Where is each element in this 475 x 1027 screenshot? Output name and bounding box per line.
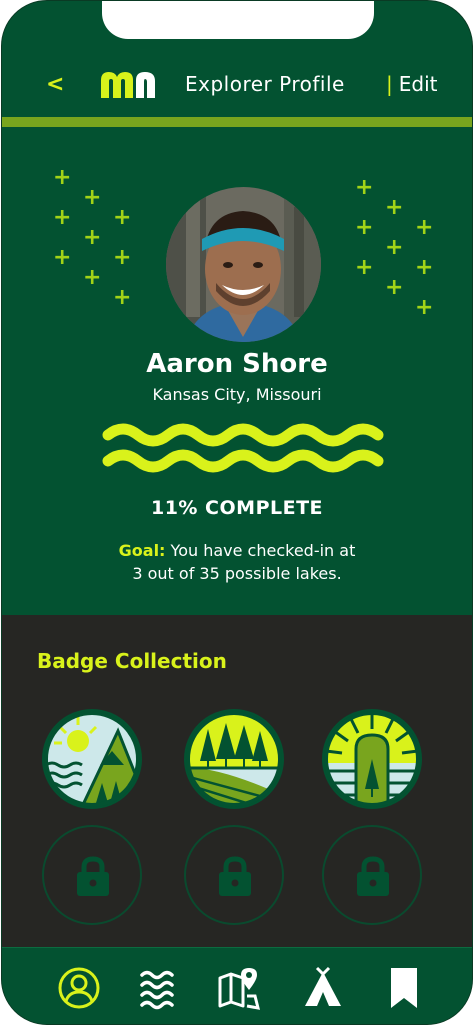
tab-map[interactable] xyxy=(217,966,261,1010)
header: < Explorer Profile | Edit xyxy=(2,59,472,111)
bookmark-icon xyxy=(391,968,417,1008)
map-pin-icon xyxy=(218,968,261,1010)
sunrise-tree-badge-icon[interactable] xyxy=(320,707,424,811)
edit-separator: | xyxy=(386,72,393,96)
lock-icon xyxy=(357,856,389,896)
profile-icon xyxy=(58,967,100,1009)
goal-line-1: You have checked-in at xyxy=(170,541,356,560)
edit-button[interactable]: | Edit xyxy=(386,72,437,96)
page-title: Explorer Profile xyxy=(185,72,345,96)
header-divider xyxy=(2,117,472,127)
profile-location: Kansas City, Missouri xyxy=(152,385,322,404)
avatar[interactable] xyxy=(166,187,321,342)
lock-icon xyxy=(77,856,109,896)
locked-badge xyxy=(322,825,422,925)
profile-name: Aaron Shore xyxy=(146,349,328,379)
back-button[interactable]: < xyxy=(46,72,64,97)
badge-collection-panel: Badge Collection xyxy=(2,615,472,949)
phone-frame: < Explorer Profile | Edit + + + + + + + +… xyxy=(1,0,473,1025)
waves-icon xyxy=(140,970,174,1010)
progress-label: 11% COMPLETE xyxy=(150,497,324,519)
tab-camping[interactable] xyxy=(301,966,345,1010)
goal-line-2: 3 out of 35 possible lakes. xyxy=(132,564,342,583)
tent-icon xyxy=(305,966,341,1006)
goal-text: Goal: You have checked-in at 3 out of 35… xyxy=(2,539,472,585)
tab-saved[interactable] xyxy=(383,966,427,1010)
progress-waves xyxy=(100,421,388,485)
edit-label: Edit xyxy=(398,72,438,96)
locked-badge xyxy=(184,825,284,925)
badge-collection-title: Badge Collection xyxy=(37,649,227,673)
tab-profile[interactable] xyxy=(57,966,101,1010)
lock-icon xyxy=(219,856,251,896)
bottom-tab-bar xyxy=(2,947,472,1024)
goal-label: Goal: xyxy=(118,541,166,560)
forest-field-badge-icon[interactable] xyxy=(182,707,286,811)
lake-cabin-badge-icon[interactable] xyxy=(40,707,144,811)
tab-lakes[interactable] xyxy=(136,966,180,1010)
mn-logo-icon xyxy=(98,68,164,104)
locked-badge xyxy=(42,825,142,925)
device-notch xyxy=(102,1,374,39)
